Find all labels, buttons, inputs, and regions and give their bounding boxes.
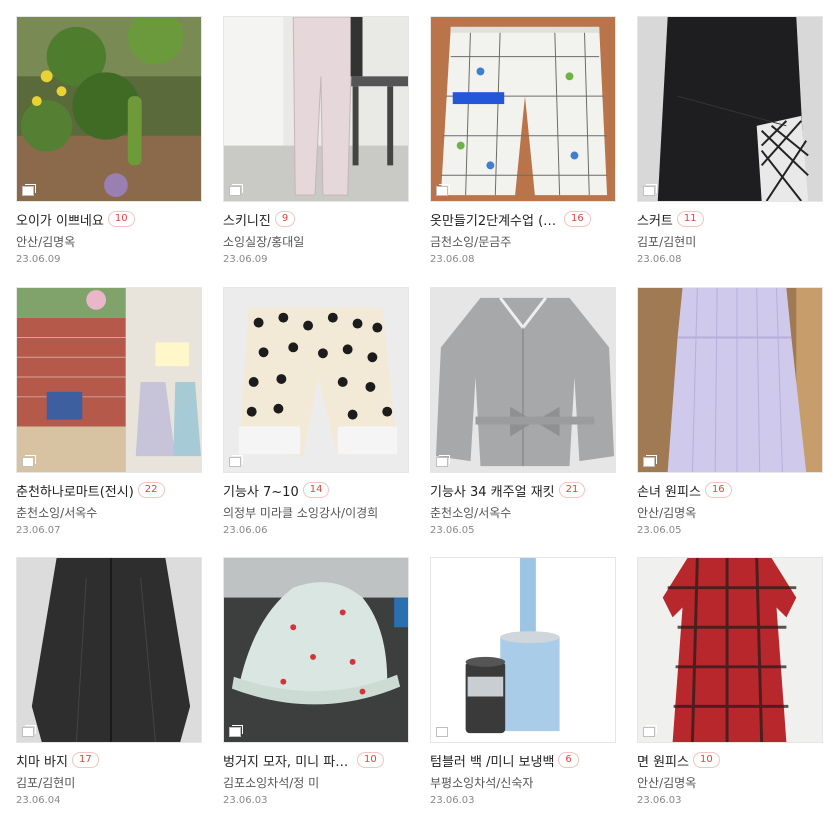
comment-count-badge: 17 xyxy=(71,752,99,768)
post-author: 춘천소잉/서옥수 xyxy=(430,506,512,520)
comment-count-badge: 14 xyxy=(302,482,330,498)
post-thumbnail[interactable] xyxy=(16,16,202,202)
comment-count-badge: 16 xyxy=(704,482,732,498)
post-grid: 오이가 이쁘네요 10 안산/김명옥 23.06.09 스키니진 9 소잉실장/… xyxy=(0,0,840,832)
album-icon xyxy=(22,184,36,196)
post-thumbnail[interactable] xyxy=(637,16,823,202)
comment-count-badge: 22 xyxy=(137,482,165,498)
post-date: 23.06.03 xyxy=(223,795,268,806)
post-title[interactable]: 텀블러 백 /미니 보냉백 xyxy=(430,751,554,770)
post-card[interactable]: 텀블러 백 /미니 보냉백 6 부평소잉차석/신숙자 23.06.03 xyxy=(430,557,616,806)
post-card[interactable]: 오이가 이쁘네요 10 안산/김명옥 23.06.09 xyxy=(16,16,202,265)
post-title[interactable]: 오이가 이쁘네요 xyxy=(16,210,104,229)
album-icon xyxy=(229,184,243,196)
post-date: 23.06.08 xyxy=(430,254,475,265)
post-card[interactable]: 옷만들기2단계수업 (커플) 파자마 16 금천소잉/문금주 23.06.08 xyxy=(430,16,616,265)
post-thumbnail[interactable] xyxy=(16,557,202,743)
post-date: 23.06.05 xyxy=(430,525,475,536)
post-title[interactable]: 면 원피스 xyxy=(637,751,689,770)
post-thumbnail[interactable] xyxy=(637,287,823,473)
post-title[interactable]: 치마 바지 xyxy=(16,751,68,770)
post-author: 안산/김명옥 xyxy=(637,506,697,520)
post-title[interactable]: 스커트 xyxy=(637,210,673,229)
post-date: 23.06.06 xyxy=(223,525,268,536)
post-date: 23.06.09 xyxy=(223,254,268,265)
comment-count-badge: 21 xyxy=(558,482,586,498)
album-icon xyxy=(643,455,657,467)
post-date: 23.06.03 xyxy=(430,795,475,806)
album-icon xyxy=(229,455,243,467)
album-icon xyxy=(22,725,36,737)
post-date: 23.06.04 xyxy=(16,795,61,806)
comment-count-badge: 9 xyxy=(274,211,296,227)
comment-count-badge: 10 xyxy=(107,211,135,227)
post-author: 부평소잉차석/신숙자 xyxy=(430,776,534,790)
post-card[interactable]: 치마 바지 17 김포/김현미 23.06.04 xyxy=(16,557,202,806)
post-author: 안산/김명옥 xyxy=(637,776,697,790)
post-date: 23.06.07 xyxy=(16,525,61,536)
post-title[interactable]: 옷만들기2단계수업 (커플) 파자마 xyxy=(430,210,560,229)
comment-count-badge: 6 xyxy=(558,752,579,768)
album-icon xyxy=(22,455,36,467)
post-author: 김포/김현미 xyxy=(637,235,697,249)
post-author: 안산/김명옥 xyxy=(16,235,76,249)
post-card[interactable]: 벙거지 모자, 미니 파우치 10 김포소잉차석/정 미 23.06.03 xyxy=(223,557,409,806)
post-card[interactable]: 면 원피스 10 안산/김명옥 23.06.03 xyxy=(637,557,823,806)
post-card[interactable]: 기능사 34 캐주얼 재킷 21 춘천소잉/서옥수 23.06.05 xyxy=(430,287,616,536)
album-icon xyxy=(643,184,657,196)
album-icon xyxy=(229,725,243,737)
comment-count-badge: 16 xyxy=(564,211,591,227)
post-thumbnail[interactable] xyxy=(223,287,409,473)
post-thumbnail[interactable] xyxy=(223,557,409,743)
album-icon xyxy=(436,455,450,467)
post-thumbnail[interactable] xyxy=(16,287,202,473)
post-thumbnail[interactable] xyxy=(430,557,616,743)
post-date: 23.06.09 xyxy=(16,254,61,265)
post-author: 김포소잉차석/정 미 xyxy=(223,776,320,790)
post-date: 23.06.08 xyxy=(637,254,682,265)
post-title[interactable]: 스키니진 xyxy=(223,210,271,229)
post-thumbnail[interactable] xyxy=(637,557,823,743)
comment-count-badge: 10 xyxy=(692,752,720,768)
post-card[interactable]: 춘천하나로마트(전시) 22 춘천소잉/서옥수 23.06.07 xyxy=(16,287,202,536)
album-icon xyxy=(436,725,450,737)
post-thumbnail[interactable] xyxy=(430,16,616,202)
post-author: 의정부 미라클 소잉강사/이경희 xyxy=(223,506,379,520)
post-card[interactable]: 손녀 원피스 16 안산/김명옥 23.06.05 xyxy=(637,287,823,536)
post-date: 23.06.05 xyxy=(637,525,682,536)
post-card[interactable]: 스키니진 9 소잉실장/홍대일 23.06.09 xyxy=(223,16,409,265)
post-card[interactable]: 기능사 7~10 14 의정부 미라클 소잉강사/이경희 23.06.06 xyxy=(223,287,409,536)
post-thumbnail[interactable] xyxy=(430,287,616,473)
post-title[interactable]: 기능사 34 캐주얼 재킷 xyxy=(430,481,555,500)
album-icon xyxy=(643,725,657,737)
post-title[interactable]: 기능사 7~10 xyxy=(223,481,299,500)
post-author: 김포/김현미 xyxy=(16,776,76,790)
post-author: 소잉실장/홍대일 xyxy=(223,235,305,249)
post-title[interactable]: 손녀 원피스 xyxy=(637,481,701,500)
post-title[interactable]: 벙거지 모자, 미니 파우치 xyxy=(223,751,353,770)
comment-count-badge: 10 xyxy=(357,752,384,768)
album-icon xyxy=(436,184,450,196)
comment-count-badge: 11 xyxy=(676,211,704,227)
post-card[interactable]: 스커트 11 김포/김현미 23.06.08 xyxy=(637,16,823,265)
post-date: 23.06.03 xyxy=(637,795,682,806)
post-thumbnail[interactable] xyxy=(223,16,409,202)
post-author: 금천소잉/문금주 xyxy=(430,235,512,249)
post-title[interactable]: 춘천하나로마트(전시) xyxy=(16,481,134,500)
post-author: 춘천소잉/서옥수 xyxy=(16,506,98,520)
